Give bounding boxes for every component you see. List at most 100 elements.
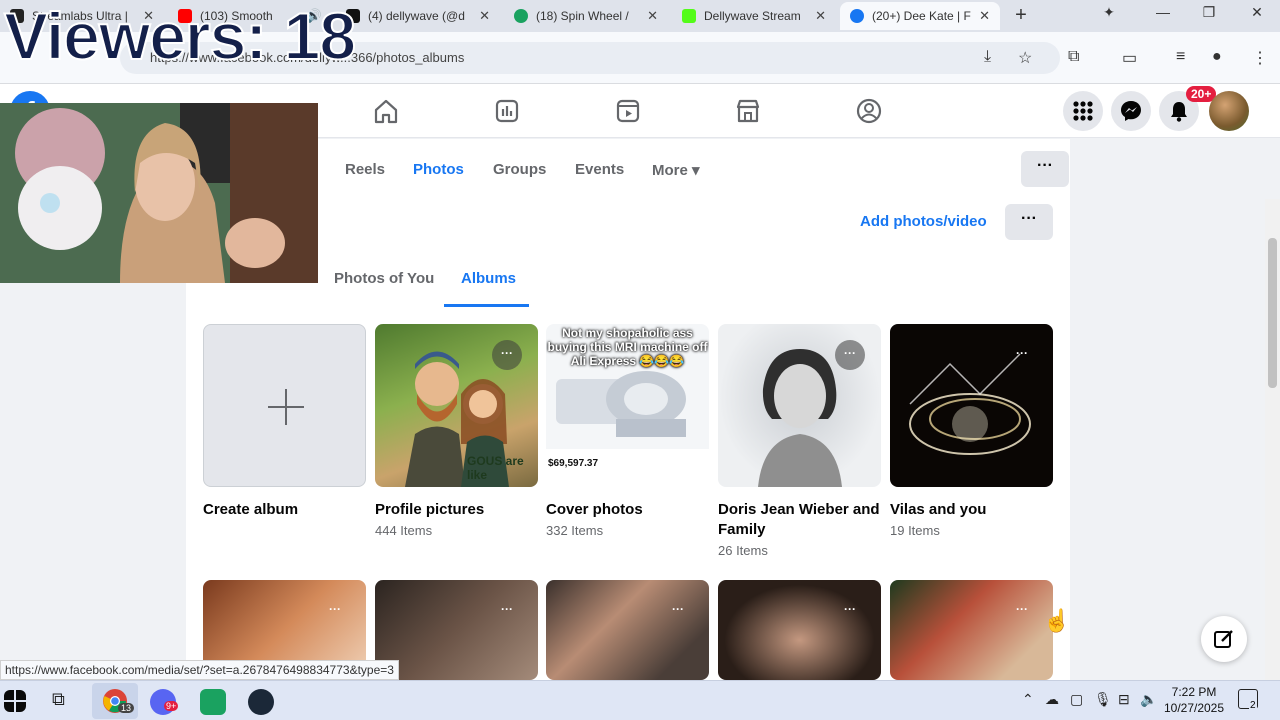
clock-time: 7:22 PM xyxy=(1171,685,1217,699)
scrollbar-thumb[interactable] xyxy=(1268,238,1277,388)
cast-icon[interactable]: ▭ xyxy=(1122,48,1137,68)
marketplace-icon[interactable] xyxy=(733,96,763,126)
home-icon[interactable] xyxy=(371,96,401,126)
tab-more[interactable]: More ▾ xyxy=(652,161,700,179)
tab-photos[interactable]: Photos xyxy=(413,161,464,178)
plus-icon xyxy=(266,387,306,427)
album-thumbnail[interactable]: ··· xyxy=(546,580,709,680)
album-thumbnail[interactable]: ··· xyxy=(375,580,538,680)
album-count: 332 Items xyxy=(546,523,604,538)
cover-caption: Not my shopaholic ass buying this MRI ma… xyxy=(547,326,708,368)
extensions-icon[interactable]: ⧉ xyxy=(1068,48,1079,66)
messenger-icon xyxy=(1121,101,1141,121)
album-title[interactable]: Doris Jean Wieber and Family xyxy=(718,500,883,540)
album-options-button[interactable]: ··· xyxy=(492,596,522,626)
status-bar-url: https://www.facebook.com/media/set/?set=… xyxy=(0,660,399,680)
tab-facebook[interactable]: (20+) Dee Kate | F ✕ xyxy=(840,2,1000,30)
album-options-button[interactable]: ··· xyxy=(663,596,693,626)
notification-center-icon[interactable]: 2 xyxy=(1238,689,1258,711)
tab-photos-of-you[interactable]: Photos of You xyxy=(334,270,434,287)
album-thumbnail-profile-pictures[interactable]: GOUS are like ··· xyxy=(375,324,538,487)
profile-more-button[interactable]: ··· xyxy=(1021,151,1069,187)
notification-count: 2 xyxy=(1249,700,1257,711)
video-icon[interactable] xyxy=(613,96,643,126)
spin-wheel-app-icon[interactable] xyxy=(200,689,226,715)
tab-tiktok[interactable]: (4) dellywave (@d ✕ xyxy=(336,2,500,30)
groups-icon[interactable] xyxy=(854,96,884,126)
album-title[interactable]: Profile pictures xyxy=(375,500,540,520)
album-thumbnail-doris-jean[interactable]: ··· xyxy=(718,324,881,487)
tab-events[interactable]: Events xyxy=(575,161,624,178)
close-icon[interactable]: ✕ xyxy=(647,8,658,24)
grid-icon xyxy=(1073,101,1093,121)
album-options-button[interactable]: ··· xyxy=(1007,340,1037,370)
bookmark-star-icon[interactable]: ☆ xyxy=(1018,48,1032,68)
compose-button[interactable] xyxy=(1201,616,1247,662)
album-thumbnail-vilas[interactable]: ··· xyxy=(890,324,1053,487)
profile-pic-caption: GOUS are like xyxy=(467,454,524,482)
media-queue-icon[interactable]: ≡ xyxy=(1176,48,1185,66)
spin-wheel-icon xyxy=(514,9,528,23)
tab-albums[interactable]: Albums xyxy=(461,270,516,287)
profile-icon[interactable]: ● xyxy=(1212,48,1222,66)
cover-price: $69,597.37 xyxy=(548,458,599,469)
create-album-tile[interactable] xyxy=(203,324,366,487)
restore-button[interactable]: ❐ xyxy=(1186,4,1232,21)
tab-label: (4) dellywave (@d xyxy=(368,9,465,23)
device-icon[interactable]: ▢ xyxy=(1070,691,1083,708)
messenger-button[interactable] xyxy=(1111,91,1151,131)
dashboard-icon[interactable] xyxy=(492,96,522,126)
new-tab-button[interactable]: + xyxy=(998,4,1044,27)
tab-spin-wheel[interactable]: (18) Spin Wheel / ✕ xyxy=(504,2,668,30)
steam-icon[interactable] xyxy=(248,689,274,715)
cloud-icon[interactable]: ☁ xyxy=(1045,691,1059,708)
album-options-button[interactable]: ··· xyxy=(835,596,865,626)
tab-kick[interactable]: Dellywave Stream ✕ xyxy=(672,2,836,30)
chevron-up-icon[interactable]: ⌃ xyxy=(1022,691,1034,708)
album-options-button[interactable]: ··· xyxy=(320,596,350,626)
discord-badge: 9+ xyxy=(164,701,179,711)
album-count: 444 Items xyxy=(375,523,433,538)
gemini-icon[interactable]: ✦ xyxy=(1086,4,1132,21)
windows-taskbar: ⧉ 13 9+ ⌃ ☁ ▢ 🎙 ⊟ 🔈 7:22 PM 10/27/2025 2 xyxy=(0,680,1280,720)
close-window-button[interactable]: ✕ xyxy=(1234,4,1280,21)
album-thumbnail[interactable]: ··· xyxy=(718,580,881,680)
minimize-button[interactable]: — xyxy=(1140,4,1186,20)
close-icon[interactable]: ✕ xyxy=(979,8,990,24)
edit-icon xyxy=(1214,630,1233,648)
album-title[interactable]: Cover photos xyxy=(546,500,711,520)
album-thumbnail[interactable]: ··· xyxy=(890,580,1053,680)
webcam-overlay xyxy=(0,103,318,283)
album-title[interactable]: Vilas and you xyxy=(890,500,1055,520)
task-view-icon[interactable]: ⧉ xyxy=(52,689,65,710)
active-tab-indicator xyxy=(444,304,529,307)
album-title[interactable]: Create album xyxy=(203,500,368,520)
album-options-button[interactable]: ··· xyxy=(492,340,522,370)
album-options-button[interactable]: ··· xyxy=(835,340,865,370)
install-icon[interactable]: ⤓ xyxy=(984,48,991,66)
windows-start-icon[interactable] xyxy=(4,690,26,712)
avatar[interactable] xyxy=(1209,91,1249,131)
menu-grid-button[interactable] xyxy=(1063,91,1103,131)
profile-nav: Reels Photos Groups Events More ▾ xyxy=(186,139,1070,199)
viewer-count-overlay: Viewers: 18 xyxy=(3,0,357,74)
network-icon[interactable]: ⊟ xyxy=(1118,691,1130,708)
volume-icon[interactable]: 🔈 xyxy=(1140,691,1157,708)
chrome-taskbar-button[interactable]: 13 xyxy=(92,683,138,719)
discord-icon[interactable]: 9+ xyxy=(150,689,179,715)
close-icon[interactable]: ✕ xyxy=(815,8,826,24)
album-thumbnail-cover-photos[interactable]: Not my shopaholic ass buying this MRI ma… xyxy=(546,324,709,487)
menu-kebab-icon[interactable]: ⋮ xyxy=(1252,48,1268,68)
album-options-button[interactable]: ··· xyxy=(1007,596,1037,626)
webcam-feed xyxy=(0,103,318,283)
tab-groups[interactable]: Groups xyxy=(493,161,546,178)
tab-label: (20+) Dee Kate | F xyxy=(872,9,971,23)
photos-more-button[interactable]: ··· xyxy=(1005,204,1053,240)
album-count: 19 Items xyxy=(890,523,940,538)
system-clock[interactable]: 7:22 PM 10/27/2025 xyxy=(1162,684,1226,716)
tab-reels[interactable]: Reels xyxy=(345,161,385,178)
chrome-window-count: 13 xyxy=(118,703,135,713)
close-icon[interactable]: ✕ xyxy=(479,8,490,24)
add-photos-video-link[interactable]: Add photos/video xyxy=(860,213,987,230)
microphone-icon[interactable]: 🎙 xyxy=(1094,691,1112,708)
